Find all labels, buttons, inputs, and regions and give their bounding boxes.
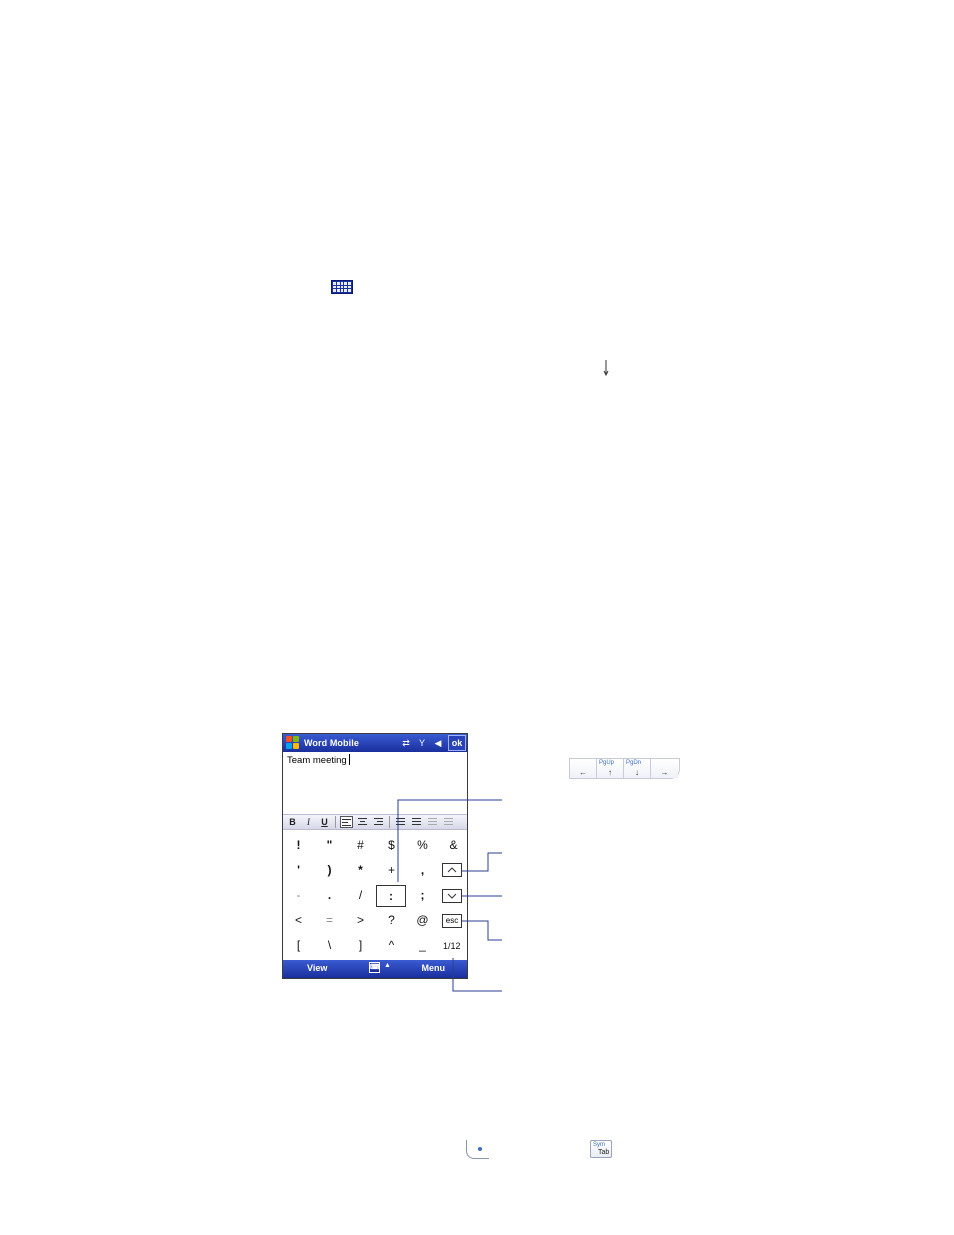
symbol-key[interactable]: ! (283, 833, 314, 858)
toolbar-divider (335, 816, 336, 828)
align-left-icon[interactable] (340, 816, 353, 828)
selected-symbol-key[interactable]: : (376, 885, 406, 907)
document-area[interactable]: Team meeting (283, 752, 467, 814)
symbol-key[interactable]: . (314, 883, 345, 908)
volume-icon[interactable]: ◀ (432, 737, 444, 749)
down-arrow-icon: ↓ (635, 768, 639, 777)
align-right-icon[interactable] (372, 816, 385, 828)
control-key-strip: ← PgUp ↑ PgDn ↓ → (569, 758, 680, 779)
symtab-key-top-label: Sym (593, 1142, 605, 1148)
symbol-key[interactable]: + (376, 858, 407, 883)
symbol-key[interactable]: < (283, 908, 314, 933)
left-arrow-key[interactable]: ← (570, 759, 597, 778)
bulleted-list-icon[interactable] (410, 816, 423, 828)
symbol-key[interactable]: ^ (376, 933, 407, 958)
bold-button[interactable]: B (286, 816, 299, 828)
symbol-key[interactable]: / (345, 883, 376, 908)
page-down-button[interactable] (442, 889, 462, 903)
input-selector-arrow-icon[interactable]: ▲ (384, 962, 391, 969)
page-up-button[interactable] (442, 863, 462, 877)
left-arrow-icon: ← (579, 768, 587, 777)
callout-esc (462, 920, 502, 941)
align-center-icon[interactable] (356, 816, 369, 828)
up-arrow-icon: ↑ (608, 768, 612, 777)
document-text: Team meeting (287, 755, 347, 766)
symbol-key[interactable]: , (407, 858, 438, 883)
increase-indent-icon[interactable] (442, 816, 455, 828)
symbol-key[interactable]: ? (376, 908, 407, 933)
right-arrow-icon: → (660, 768, 669, 777)
stylus-cursor-icon (603, 360, 609, 376)
symbol-key[interactable]: & (438, 833, 469, 858)
page-down-key[interactable]: PgDn ↓ (624, 759, 651, 778)
input-panel-icon[interactable]: ⌨ (369, 962, 380, 973)
symbol-key[interactable]: # (345, 833, 376, 858)
app-title: Word Mobile (304, 738, 359, 748)
title-bar: Word Mobile ⇄ Y ◀ ok (283, 734, 467, 752)
round-key-icon[interactable] (466, 1140, 489, 1159)
symbol-key[interactable]: ' (283, 858, 314, 883)
start-icon[interactable] (286, 736, 300, 750)
symbol-key[interactable]: [ (283, 933, 314, 958)
format-toolbar: B I U (283, 814, 467, 830)
keyboard-icon[interactable] (331, 280, 353, 294)
symbol-key[interactable]: ; (407, 883, 438, 908)
italic-button[interactable]: I (302, 816, 315, 828)
symbol-key[interactable]: % (407, 833, 438, 858)
numbered-list-icon[interactable] (394, 816, 407, 828)
symbol-key[interactable]: _ (407, 933, 438, 958)
symtab-key-bottom-label: Tab (598, 1149, 610, 1156)
page-up-key[interactable]: PgUp ↑ (597, 759, 624, 778)
view-menu-button[interactable]: View (307, 963, 327, 973)
page-indicator: 1/12 (443, 941, 461, 951)
decrease-indent-icon[interactable] (426, 816, 439, 828)
symbol-key[interactable]: ] (345, 933, 376, 958)
symbol-key[interactable]: > (345, 908, 376, 933)
menu-bar: View ⌨ ▲ Menu (283, 960, 467, 978)
symbol-key[interactable]: \ (314, 933, 345, 958)
symbol-key[interactable]: " (314, 833, 345, 858)
symtab-key[interactable]: Sym Tab (590, 1140, 612, 1158)
symbol-key[interactable]: $ (376, 833, 407, 858)
esc-button[interactable]: esc (442, 914, 462, 928)
symbol-keyboard: ! " # $ % & ' ) * + , - . / : ; < = > ? … (283, 833, 467, 961)
symbol-key[interactable]: * (345, 858, 376, 883)
phone-screen: Word Mobile ⇄ Y ◀ ok Team meeting B I U … (282, 733, 468, 979)
ok-button[interactable]: ok (448, 735, 466, 751)
chevron-down-icon (447, 893, 457, 899)
symbol-key[interactable]: @ (407, 908, 438, 933)
underline-button[interactable]: U (318, 816, 331, 828)
connectivity-icon[interactable]: ⇄ (400, 737, 412, 749)
text-caret (348, 754, 350, 765)
callout-lines (397, 799, 502, 992)
toolbar-divider (389, 816, 390, 828)
menu-button[interactable]: Menu (422, 963, 446, 973)
signal-icon[interactable]: Y (416, 737, 428, 749)
symbol-key[interactable]: = (314, 908, 345, 933)
symbol-key[interactable]: ) (314, 858, 345, 883)
right-arrow-key[interactable]: → (651, 759, 678, 778)
symbol-key[interactable]: - (283, 883, 314, 908)
chevron-up-icon (447, 867, 457, 873)
